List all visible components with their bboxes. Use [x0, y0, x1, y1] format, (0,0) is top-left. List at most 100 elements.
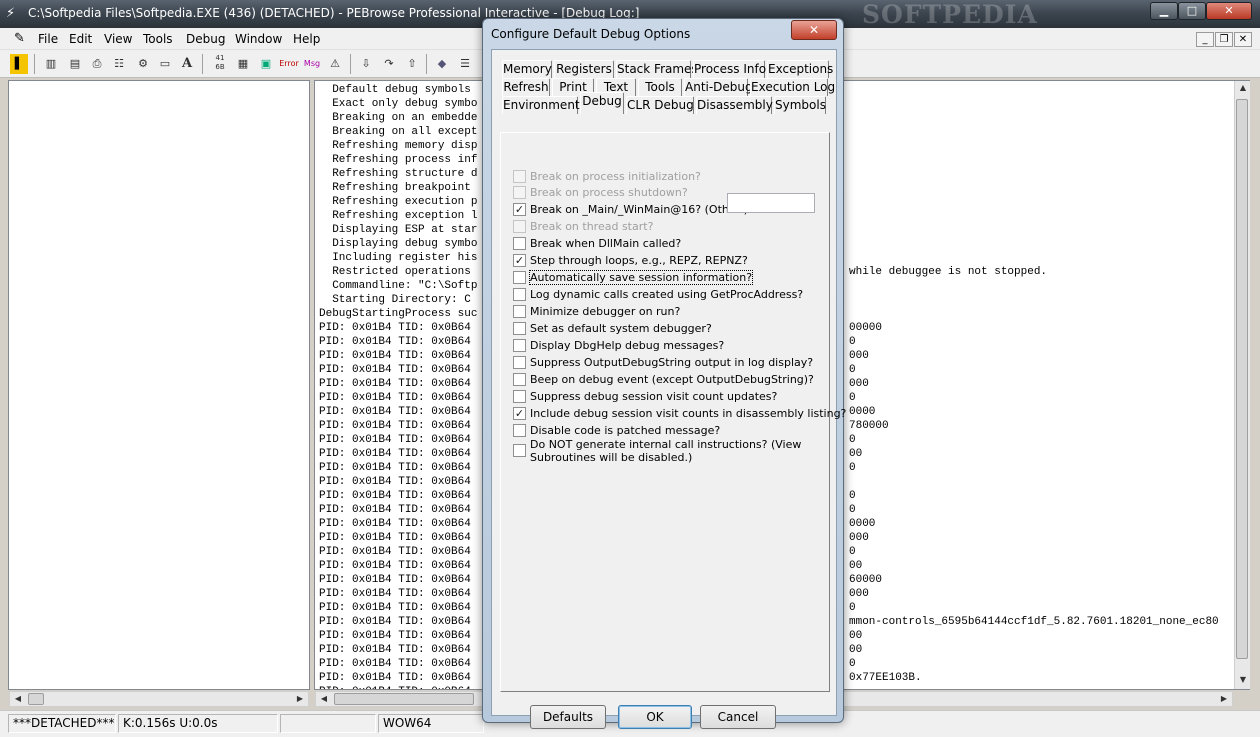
- tab-process-info[interactable]: Process Info: [693, 60, 766, 78]
- tab-tools[interactable]: Tools: [638, 78, 682, 96]
- checkbox-checked[interactable]: ✓: [513, 203, 526, 216]
- scroll-up-icon[interactable]: ▲: [1235, 81, 1251, 95]
- checkbox[interactable]: [513, 322, 526, 335]
- mdi-restore-button[interactable]: ❐: [1215, 32, 1233, 47]
- warning-icon[interactable]: ⚠: [326, 54, 344, 74]
- checkbox[interactable]: [513, 356, 526, 369]
- log-line: PID: 0x01B4 TID: 0x0B64: [319, 546, 471, 558]
- ok-button[interactable]: OK: [618, 705, 692, 729]
- toolbar-separator: [426, 54, 427, 74]
- checkbox[interactable]: [513, 444, 526, 457]
- tab-environment[interactable]: Environment: [502, 96, 580, 114]
- tab-execution-log[interactable]: Execution Log: [750, 78, 835, 96]
- print-icon[interactable]: ⎙: [88, 54, 106, 74]
- checkbox[interactable]: [513, 237, 526, 250]
- tab-memory[interactable]: Memory: [502, 60, 552, 78]
- checkbox[interactable]: [513, 390, 526, 403]
- maximize-button[interactable]: □: [1178, 2, 1206, 20]
- mdi-minimize-button[interactable]: _: [1196, 32, 1214, 47]
- menu-window[interactable]: Window: [235, 32, 282, 46]
- defaults-button[interactable]: Defaults: [530, 705, 606, 729]
- error-icon[interactable]: Error: [278, 54, 300, 74]
- document-system-icon[interactable]: ✎: [14, 31, 25, 46]
- checkbox[interactable]: [513, 424, 526, 437]
- app-icon[interactable]: ⚡: [6, 6, 22, 22]
- option-label: Automatically save session information?: [528, 270, 754, 285]
- log-line-tail: 0: [849, 434, 856, 446]
- tab-disassembly[interactable]: Disassembly: [696, 96, 773, 114]
- calculator-icon[interactable]: ▦: [234, 54, 252, 74]
- menu-help[interactable]: Help: [293, 32, 320, 46]
- log-line-tail: 0: [849, 364, 856, 376]
- window-icon[interactable]: ▭: [156, 54, 174, 74]
- log-line-tail: 0000: [849, 406, 876, 418]
- menu-edit[interactable]: Edit: [69, 32, 92, 46]
- tab-debug[interactable]: Debug: [580, 92, 624, 114]
- scroll-right-icon[interactable]: ▶: [1216, 692, 1232, 706]
- checkbox-checked[interactable]: ✓: [513, 254, 526, 267]
- log-vertical-scrollbar[interactable]: ▲ ▼: [1234, 81, 1250, 689]
- tree-icon[interactable]: ☷: [110, 54, 128, 74]
- log-line-tail: 000: [849, 378, 869, 390]
- tab-clr-debug[interactable]: CLR Debug: [626, 96, 694, 114]
- option-label: Disable code is patched message?: [530, 424, 721, 437]
- tree-pane[interactable]: [8, 80, 310, 690]
- option-label: Include debug session visit counts in di…: [530, 407, 847, 420]
- log-line: PID: 0x01B4 TID: 0x0B64: [319, 392, 471, 404]
- minimize-button[interactable]: ▁: [1150, 2, 1178, 20]
- tree-horizontal-scrollbar[interactable]: ◀ ▶: [9, 691, 309, 707]
- option-label: Beep on debug event (except OutputDebugS…: [530, 373, 814, 386]
- checkbox[interactable]: [513, 339, 526, 352]
- font-icon[interactable]: A: [178, 54, 196, 74]
- scroll-thumb[interactable]: [1236, 99, 1248, 659]
- scroll-left-icon[interactable]: ◀: [10, 692, 26, 706]
- log-line: PID: 0x01B4 TID: 0x0B64: [319, 602, 471, 614]
- scroll-thumb[interactable]: [334, 693, 474, 705]
- tab-exceptions[interactable]: Exceptions: [767, 60, 833, 78]
- checkbox[interactable]: [513, 373, 526, 386]
- mdi-close-button[interactable]: ✕: [1234, 32, 1252, 47]
- checkbox[interactable]: [513, 288, 526, 301]
- menu-debug[interactable]: Debug: [186, 32, 225, 46]
- list-icon[interactable]: ☰: [456, 54, 474, 74]
- tab-registers[interactable]: Registers: [554, 60, 614, 78]
- gear-icon[interactable]: ⚙: [134, 54, 152, 74]
- log-line: PID: 0x01B4 TID: 0x0B64: [319, 574, 471, 586]
- chart-icon[interactable]: ▥: [42, 54, 60, 74]
- tab-stack-frames[interactable]: Stack Frames: [616, 60, 698, 78]
- scroll-right-icon[interactable]: ▶: [292, 692, 308, 706]
- option-label-continued: Subroutines will be disabled.): [530, 451, 693, 464]
- dialog-close-button[interactable]: ✕: [791, 20, 837, 40]
- status-state: ***DETACHED***: [8, 714, 116, 733]
- cancel-button[interactable]: Cancel: [700, 705, 776, 729]
- close-button[interactable]: ✕: [1206, 2, 1252, 20]
- hex-icon[interactable]: 41 6B: [210, 54, 230, 74]
- toolbar-separator: [202, 54, 203, 74]
- tab-refresh[interactable]: Refresh: [502, 78, 550, 96]
- scroll-thumb[interactable]: [28, 693, 44, 705]
- tab-anti-debug[interactable]: Anti-Debug: [684, 78, 753, 96]
- checkbox-checked[interactable]: ✓: [513, 407, 526, 420]
- menu-view[interactable]: View: [104, 32, 132, 46]
- message-icon[interactable]: Msg: [302, 54, 322, 74]
- dialog-body: Memory Registers Stack Frames Process Info E…: [491, 49, 846, 729]
- log-line: Default debug symbols: [319, 84, 471, 96]
- step-into-icon[interactable]: ⇩: [357, 54, 375, 74]
- checkbox[interactable]: [513, 305, 526, 318]
- log-line: Refreshing execution p: [319, 196, 478, 208]
- step-over-icon[interactable]: ↷: [380, 54, 398, 74]
- menu-file[interactable]: File: [38, 32, 58, 46]
- tab-symbols[interactable]: Symbols: [774, 96, 826, 114]
- scroll-down-icon[interactable]: ▼: [1235, 673, 1251, 687]
- log-line: PID: 0x01B4 TID: 0x0B64: [319, 462, 471, 474]
- open-icon[interactable]: ▌: [10, 54, 28, 74]
- checkbox[interactable]: [513, 271, 526, 284]
- step-out-icon[interactable]: ⇧: [403, 54, 421, 74]
- clipboard-icon[interactable]: ▣: [257, 54, 275, 74]
- log-line: PID: 0x01B4 TID: 0x0B64: [319, 336, 471, 348]
- eraser-icon[interactable]: ◆: [433, 54, 451, 74]
- document-icon[interactable]: ▤: [66, 54, 84, 74]
- scroll-left-icon[interactable]: ◀: [316, 692, 332, 706]
- other-entry-input[interactable]: [727, 193, 815, 213]
- menu-tools[interactable]: Tools: [143, 32, 173, 46]
